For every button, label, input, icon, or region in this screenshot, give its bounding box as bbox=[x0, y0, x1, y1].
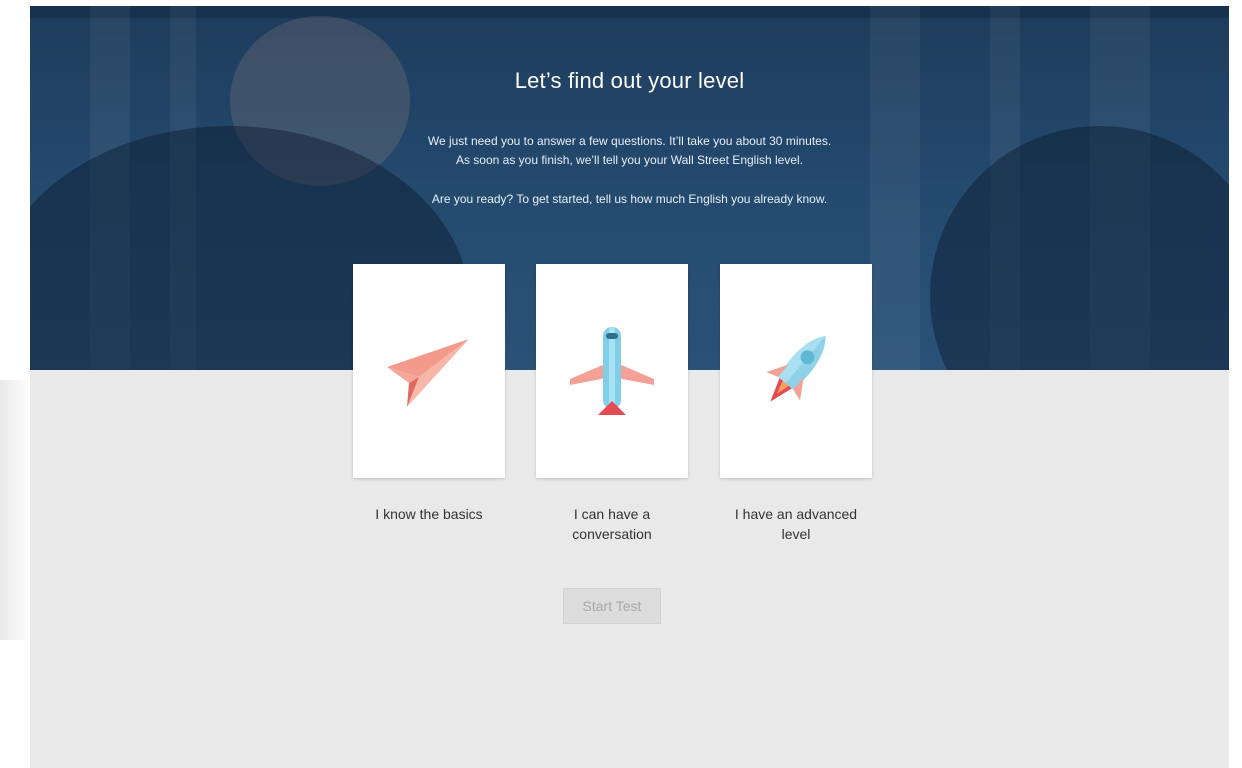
level-test-page: Let’s find out your level We just need y… bbox=[30, 6, 1229, 768]
level-card-advanced[interactable] bbox=[720, 264, 872, 478]
level-card-conversation[interactable] bbox=[536, 264, 688, 478]
start-test-button[interactable]: Start Test bbox=[563, 588, 661, 624]
page-title: Let’s find out your level bbox=[514, 68, 745, 93]
intro-line-1: We just need you to answer a few questio… bbox=[427, 134, 832, 148]
level-label-conversation: I can have a conversation bbox=[572, 506, 652, 542]
level-label-advanced: I have an advanced level bbox=[734, 506, 858, 542]
bg-stripe bbox=[870, 6, 920, 370]
paper-plane-icon bbox=[387, 339, 469, 407]
intro-prompt: Are you ready? To get started, tell us h… bbox=[431, 192, 828, 206]
level-label-basics: I know the basics bbox=[375, 506, 483, 522]
top-bar bbox=[30, 6, 1229, 18]
rocket-icon bbox=[766, 335, 826, 402]
intro-line-2: As soon as you finish, we’ll tell you yo… bbox=[455, 153, 804, 167]
level-card-basics[interactable] bbox=[353, 264, 505, 478]
airplane-icon bbox=[570, 327, 654, 415]
left-edge-fade bbox=[0, 380, 30, 640]
